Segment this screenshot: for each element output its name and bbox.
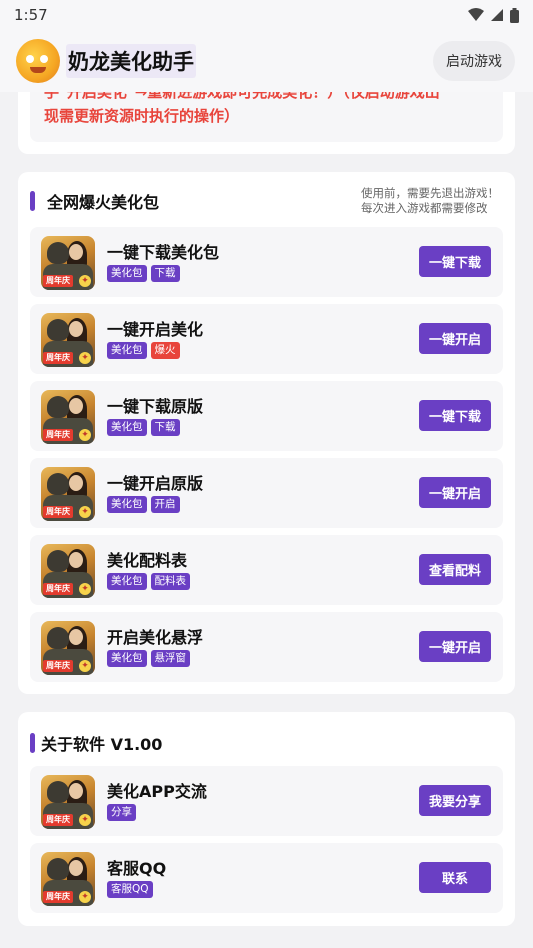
section-note-line-2: 每次进入游戏都需要修改 xyxy=(361,201,488,215)
enable-beautify-button[interactable]: 一键开启 xyxy=(419,323,491,354)
list-item[interactable]: 周年庆 ✦ 客服QQ 客服QQ 联系 xyxy=(30,843,503,913)
list-item[interactable]: 周年庆 ✦ 美化APP交流 分享 我要分享 xyxy=(30,766,503,836)
section-header: 全网爆火美化包 xyxy=(30,190,159,212)
tag: 美化包 xyxy=(107,265,147,282)
download-pack-button[interactable]: 一键下载 xyxy=(419,246,491,277)
item-tags: 美化包 配料表 xyxy=(107,573,190,590)
game-icon: 周年庆 ✦ xyxy=(41,852,95,906)
game-icon: 周年庆 ✦ xyxy=(41,313,95,367)
about-card: 关于软件 V1.00 周年庆 ✦ 美化APP交流 分享 我要分享 周年庆 ✦ 客… xyxy=(18,712,515,926)
about-title: 关于软件 V1.00 xyxy=(41,735,163,754)
list-item[interactable]: 周年庆 ✦ 一键下载原版 美化包 下载 一键下载 xyxy=(30,381,503,451)
tag: 悬浮窗 xyxy=(150,650,190,667)
signal-icon xyxy=(491,9,503,21)
notice-line-2: 现需更新资源时执行的操作） xyxy=(44,107,240,125)
tag: 美化包 xyxy=(107,342,147,359)
view-ingredients-button[interactable]: 查看配料 xyxy=(419,554,491,585)
item-title: 客服QQ xyxy=(107,859,167,878)
anniversary-badge: 周年庆 xyxy=(43,891,73,903)
game-icon: 周年庆 ✦ xyxy=(41,775,95,829)
star-icon: ✦ xyxy=(79,660,91,672)
notice-card: 手"开启美化"→重新进游戏即可完成美化！）（仅启动游戏出 现需更新资源时执行的操… xyxy=(18,92,515,154)
list-item[interactable]: 周年庆 ✦ 一键开启美化 美化包 爆火 一键开启 xyxy=(30,304,503,374)
item-title: 一键下载原版 xyxy=(107,397,204,416)
section-title: 全网爆火美化包 xyxy=(47,193,160,212)
game-icon: 周年庆 ✦ xyxy=(41,236,95,290)
anniversary-badge: 周年庆 xyxy=(43,352,73,364)
star-icon: ✦ xyxy=(79,429,91,441)
section-accent-bar xyxy=(30,733,35,753)
item-title: 一键下载美化包 xyxy=(107,243,220,262)
game-icon: 周年庆 ✦ xyxy=(41,621,95,675)
beautify-pack-card: 全网爆火美化包 使用前，需要先退出游戏！ 每次进入游戏都需要修改 周年庆 ✦ 一… xyxy=(18,172,515,694)
tag: 配料表 xyxy=(150,573,190,590)
item-title: 美化APP交流 xyxy=(107,782,207,801)
item-tags: 美化包 下载 xyxy=(107,265,180,282)
star-icon: ✦ xyxy=(79,352,91,364)
item-tags: 客服QQ xyxy=(107,881,153,898)
star-icon: ✦ xyxy=(79,583,91,595)
anniversary-badge: 周年庆 xyxy=(43,429,73,441)
tag: 美化包 xyxy=(107,419,147,436)
enable-original-button[interactable]: 一键开启 xyxy=(419,477,491,508)
item-tags: 美化包 悬浮窗 xyxy=(107,650,190,667)
bottom-spacer xyxy=(0,934,533,948)
anniversary-badge: 周年庆 xyxy=(43,660,73,672)
tag: 美化包 xyxy=(107,496,147,513)
item-title: 美化配料表 xyxy=(107,551,188,570)
star-icon: ✦ xyxy=(79,275,91,287)
item-title: 一键开启美化 xyxy=(107,320,204,339)
item-tags: 美化包 开启 xyxy=(107,496,180,513)
item-tags: 分享 xyxy=(107,804,136,821)
tag: 下载 xyxy=(150,419,180,436)
wifi-icon xyxy=(468,8,484,21)
anniversary-badge: 周年庆 xyxy=(43,814,73,826)
anniversary-badge: 周年庆 xyxy=(43,583,73,595)
list-item[interactable]: 周年庆 ✦ 开启美化悬浮 美化包 悬浮窗 一键开启 xyxy=(30,612,503,682)
app-bar: 奶龙美化助手 启动游戏 xyxy=(0,30,533,92)
list-item[interactable]: 周年庆 ✦ 美化配料表 美化包 配料表 查看配料 xyxy=(30,535,503,605)
status-time: 1:57 xyxy=(14,6,48,24)
anniversary-badge: 周年庆 xyxy=(43,506,73,518)
item-tags: 美化包 爆火 xyxy=(107,342,180,359)
launch-game-button[interactable]: 启动游戏 xyxy=(433,41,515,81)
section-accent-bar xyxy=(30,191,35,211)
game-icon: 周年庆 ✦ xyxy=(41,390,95,444)
section-note: 使用前，需要先退出游戏！ 每次进入游戏都需要修改 xyxy=(361,186,499,216)
battery-icon xyxy=(510,7,519,23)
download-original-button[interactable]: 一键下载 xyxy=(419,400,491,431)
item-title: 一键开启原版 xyxy=(107,474,204,493)
game-icon: 周年庆 ✦ xyxy=(41,544,95,598)
tag: 美化包 xyxy=(107,573,147,590)
anniversary-badge: 周年庆 xyxy=(43,275,73,287)
contact-button[interactable]: 联系 xyxy=(419,862,491,893)
star-icon: ✦ xyxy=(79,814,91,826)
status-bar: 1:57 xyxy=(0,0,533,30)
status-icons xyxy=(468,7,519,23)
app-logo-avatar xyxy=(16,39,60,83)
tag: 下载 xyxy=(150,265,180,282)
tag: 客服QQ xyxy=(107,881,153,898)
section-note-line-1: 使用前，需要先退出游戏！ xyxy=(361,186,499,200)
tag: 美化包 xyxy=(107,650,147,667)
enable-float-button[interactable]: 一键开启 xyxy=(419,631,491,662)
tag: 分享 xyxy=(107,804,136,821)
item-title: 开启美化悬浮 xyxy=(107,628,204,647)
tag-hot: 爆火 xyxy=(150,342,180,359)
list-item[interactable]: 周年庆 ✦ 一键下载美化包 美化包 下载 一键下载 xyxy=(30,227,503,297)
app-title: 奶龙美化助手 xyxy=(66,44,196,78)
star-icon: ✦ xyxy=(79,506,91,518)
notice-box: 手"开启美化"→重新进游戏即可完成美化！）（仅启动游戏出 现需更新资源时执行的操… xyxy=(30,92,503,142)
tag: 开启 xyxy=(150,496,180,513)
about-header: 关于软件 V1.00 xyxy=(30,732,162,754)
game-icon: 周年庆 ✦ xyxy=(41,467,95,521)
share-button[interactable]: 我要分享 xyxy=(419,785,491,816)
notice-line-1: 手"开启美化"→重新进游戏即可完成美化！）（仅启动游戏出 xyxy=(44,92,440,101)
star-icon: ✦ xyxy=(79,891,91,903)
list-item[interactable]: 周年庆 ✦ 一键开启原版 美化包 开启 一键开启 xyxy=(30,458,503,528)
item-tags: 美化包 下载 xyxy=(107,419,180,436)
